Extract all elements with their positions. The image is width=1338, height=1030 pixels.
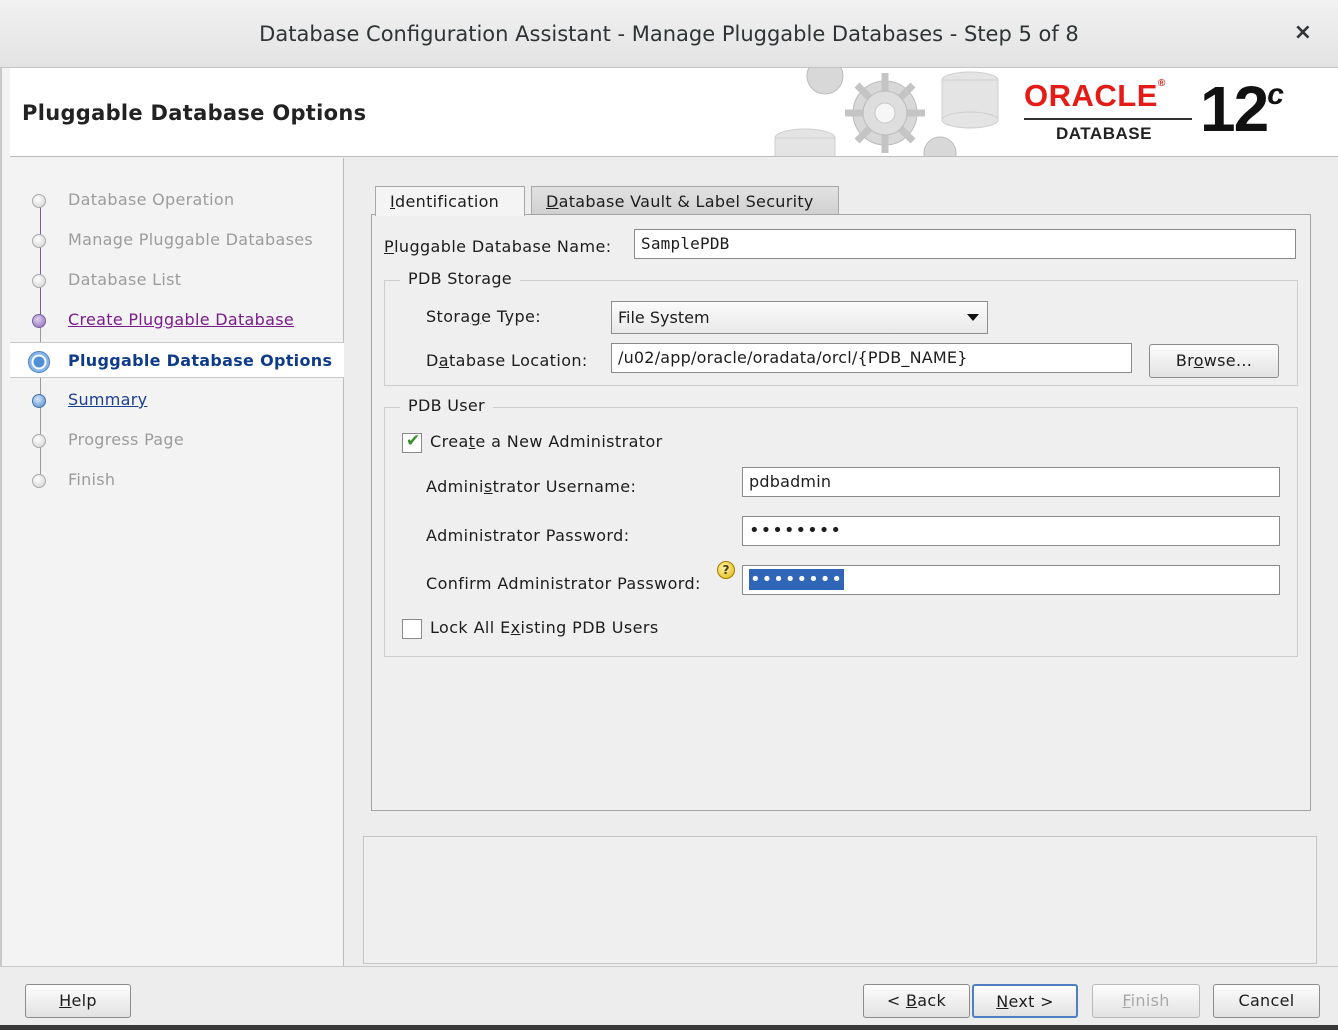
step-create-pluggable-database[interactable]: Create Pluggable Database <box>10 302 344 338</box>
logo-product: DATABASE <box>1056 124 1152 143</box>
step-finish: Finish <box>10 462 344 498</box>
tab-identification[interactable]: Identification <box>375 186 525 216</box>
cancel-button[interactable]: Cancel <box>1213 984 1320 1018</box>
step-label: Finish <box>68 470 116 489</box>
storage-type-label: Storage Type: <box>426 307 542 326</box>
pdb-user-group-title: PDB User <box>400 396 493 415</box>
desktop-background-strip <box>0 1025 1338 1030</box>
step-dot-icon <box>32 434 46 448</box>
current-step-icon <box>28 351 50 373</box>
confirm-password-input[interactable]: •••••••• <box>742 565 1280 595</box>
storage-type-value: File System <box>618 308 710 327</box>
step-manage-pluggable-databases: Manage Pluggable Databases <box>10 222 344 258</box>
pdb-name-input[interactable]: SamplePDB <box>634 229 1296 259</box>
lock-users-checkbox[interactable] <box>402 619 422 639</box>
selected-text: •••••••• <box>749 569 844 590</box>
step-label: Database Operation <box>68 190 235 209</box>
database-location-label: Database Location: <box>426 351 588 370</box>
step-database-list: Database List <box>10 262 344 298</box>
close-icon[interactable]: × <box>1294 20 1312 45</box>
step-label[interactable]: Create Pluggable Database <box>68 310 294 329</box>
step-dot-icon <box>32 234 46 248</box>
header-banner: Pluggable Database Options ORACLE® DATAB… <box>10 68 1338 157</box>
step-summary[interactable]: Summary <box>10 382 344 418</box>
help-hint-icon[interactable]: ? <box>717 561 735 579</box>
step-dot-icon <box>32 274 46 288</box>
back-button[interactable]: < Back <box>863 984 970 1018</box>
chevron-down-icon <box>967 314 979 321</box>
step-label: Progress Page <box>68 430 185 449</box>
finish-button: Finish <box>1092 984 1200 1018</box>
identification-panel: Pluggable Database Name: SamplePDB PDB S… <box>371 214 1311 811</box>
step-pluggable-database-options: Pluggable Database Options <box>10 342 344 378</box>
step-database-operation: Database Operation <box>10 182 344 218</box>
admin-password-input[interactable]: •••••••• <box>742 516 1280 546</box>
window-title: Database Configuration Assistant - Manag… <box>259 22 1079 46</box>
admin-password-label: Administrator Password: <box>426 526 630 545</box>
step-label: Manage Pluggable Databases <box>68 230 314 249</box>
logo-version: 12c <box>1200 73 1284 145</box>
help-button[interactable]: Help <box>25 984 131 1018</box>
logo-divider <box>1024 118 1192 120</box>
step-label[interactable]: Summary <box>68 390 147 409</box>
wizard-footer: Help < Back Next > Finish Cancel <box>0 966 1338 1030</box>
checkmark-icon: ✔ <box>406 431 421 451</box>
step-label: Pluggable Database Options <box>68 351 333 370</box>
browse-button[interactable]: Browse... <box>1149 344 1279 378</box>
step-dot-icon <box>32 394 46 408</box>
gears-decoration-icon <box>774 68 999 156</box>
pdb-name-label: Pluggable Database Name: <box>384 237 612 256</box>
window-titlebar: Database Configuration Assistant - Manag… <box>0 0 1338 68</box>
step-navigator: Database Operation Manage Pluggable Data… <box>10 158 344 966</box>
next-button[interactable]: Next > <box>972 984 1078 1018</box>
main-content: Identification Database Vault & Label Se… <box>345 158 1338 966</box>
page-title: Pluggable Database Options <box>22 101 367 125</box>
storage-type-dropdown[interactable]: File System <box>611 301 988 334</box>
step-dot-icon <box>32 194 46 208</box>
admin-username-label: Administrator Username: <box>426 477 637 496</box>
tab-database-vault-label-security[interactable]: Database Vault & Label Security <box>531 186 839 216</box>
oracle-logo: ORACLE® <box>1024 78 1166 113</box>
step-progress-page: Progress Page <box>10 422 344 458</box>
message-area <box>363 836 1317 964</box>
pdb-storage-group-title: PDB Storage <box>400 269 520 288</box>
window-left-edge <box>0 68 10 966</box>
confirm-password-label: Confirm Administrator Password: <box>426 574 701 593</box>
step-dot-icon <box>32 314 46 328</box>
lock-users-label[interactable]: Lock All Existing PDB Users <box>430 618 659 637</box>
create-admin-checkbox[interactable]: ✔ <box>402 431 422 453</box>
database-location-input[interactable]: /u02/app/oracle/oradata/orcl/{PDB_NAME} <box>611 343 1132 373</box>
create-admin-label[interactable]: Create a New Administrator <box>430 432 663 451</box>
admin-username-input[interactable]: pdbadmin <box>742 467 1280 497</box>
step-label: Database List <box>68 270 182 289</box>
step-dot-icon <box>32 474 46 488</box>
